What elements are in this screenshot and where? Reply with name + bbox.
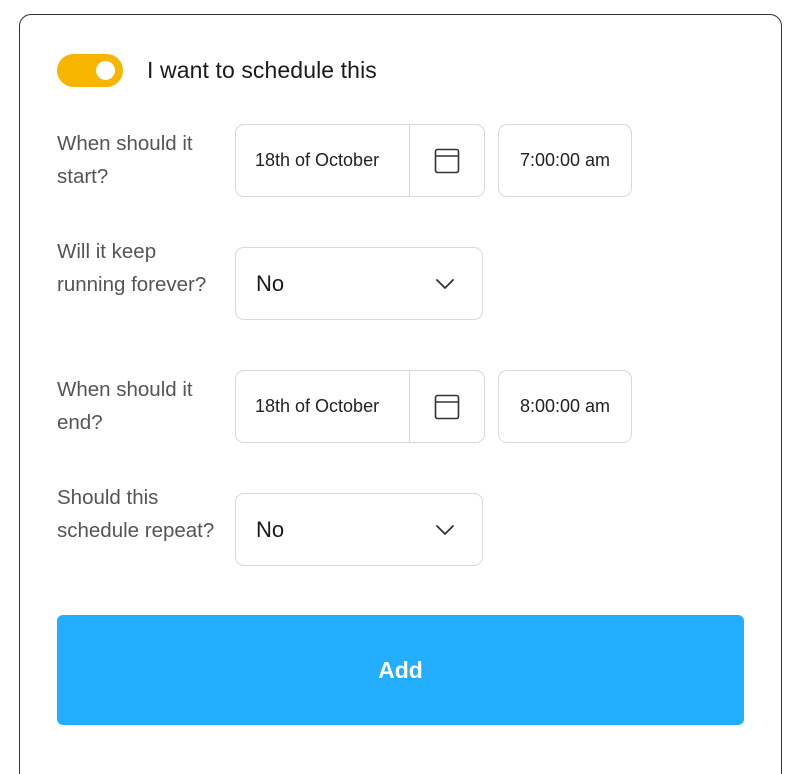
chevron-down-icon <box>436 524 454 535</box>
schedule-toggle[interactable] <box>57 54 123 87</box>
forever-select-value: No <box>256 270 285 296</box>
end-calendar-button[interactable] <box>410 371 484 442</box>
start-date-input[interactable]: 18th of October <box>236 125 410 196</box>
repeat-label: Should this schedule repeat? <box>57 486 215 542</box>
end-date-input[interactable]: 18th of October <box>236 371 410 442</box>
schedule-card: I want to schedule this When should it s… <box>19 14 782 774</box>
schedule-toggle-label: I want to schedule this <box>147 57 377 83</box>
forever-label: Will it keep running forever? <box>57 240 207 296</box>
end-date-field: 18th of October <box>235 370 485 443</box>
repeat-select[interactable]: No <box>235 493 483 566</box>
add-button[interactable]: Add <box>57 615 744 725</box>
end-label: When should it end? <box>57 378 193 434</box>
toggle-knob <box>96 61 115 80</box>
schedule-toggle-row: I want to schedule this <box>57 54 377 87</box>
calendar-icon <box>434 148 460 173</box>
start-date-field: 18th of October <box>235 124 485 197</box>
chevron-down-icon <box>436 278 454 289</box>
calendar-icon <box>434 394 460 419</box>
repeat-select-value: No <box>256 516 285 542</box>
forever-select[interactable]: No <box>235 247 483 320</box>
start-time-input[interactable]: 7:00:00 am <box>498 124 632 197</box>
start-calendar-button[interactable] <box>410 125 484 196</box>
end-time-input[interactable]: 8:00:00 am <box>498 370 632 443</box>
start-label: When should it start? <box>57 132 193 188</box>
